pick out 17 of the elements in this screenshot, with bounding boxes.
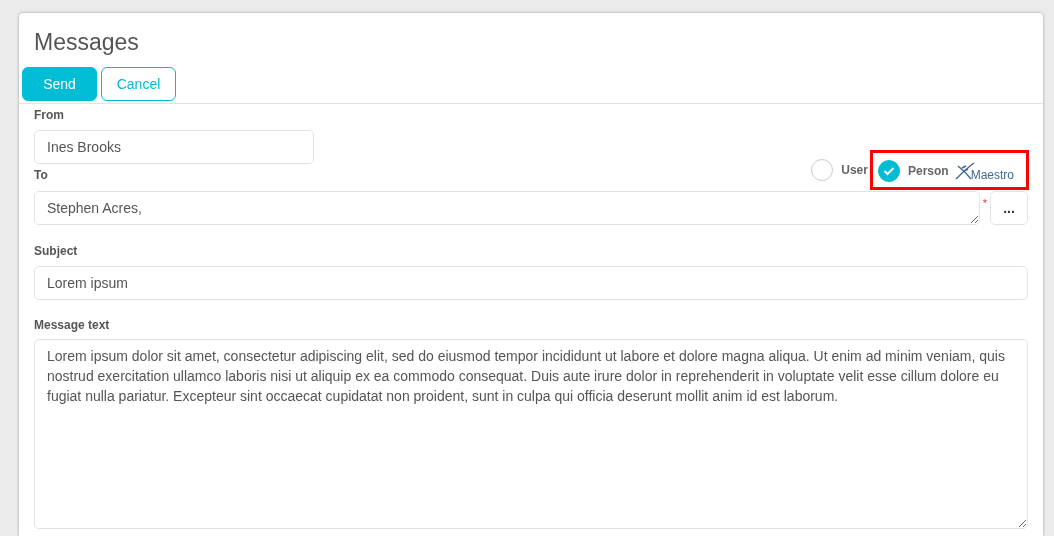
field-label: Message text bbox=[34, 317, 111, 335]
radio-label: User bbox=[841, 162, 868, 180]
message-field[interactable]: Lorem ipsum dolor sit amet, consectetur adipiscing elit, sed do eiusmod tempor incididunt ut labore et dolore magna aliqua. Ut enim ad minim veniam, quis nostrud exercitation ullamco laboris nisi ut aliquip ex ea commodo consequat. Duis aute irure dolor in reprehenderit in voluptate velit esse cillum dolore eu fugiat nulla pariatur. Excepteur sint occaecat cupidatat non proident, sunt in culpa qui officia deserunt mollit anim id est laborum. bbox=[34, 339, 1028, 530]
from-field[interactable]: Ines Brooks bbox=[34, 130, 314, 165]
subject-field[interactable]: Lorem ipsum bbox=[34, 266, 1028, 301]
radio-label: Person bbox=[907, 163, 949, 181]
check-icon bbox=[882, 166, 895, 177]
radio-button[interactable] bbox=[811, 159, 834, 182]
browse-button[interactable]: ... bbox=[990, 191, 1028, 226]
logo-text: Maestro bbox=[970, 167, 1014, 185]
to-field[interactable]: Stephen Acres, bbox=[34, 191, 980, 226]
radio-button[interactable] bbox=[877, 160, 900, 183]
field-label: Subject bbox=[34, 243, 79, 261]
field-label: From bbox=[34, 107, 65, 125]
required-mark: * bbox=[982, 196, 987, 212]
dialog-title: Messages bbox=[33, 28, 140, 57]
field-label: To bbox=[34, 167, 48, 185]
